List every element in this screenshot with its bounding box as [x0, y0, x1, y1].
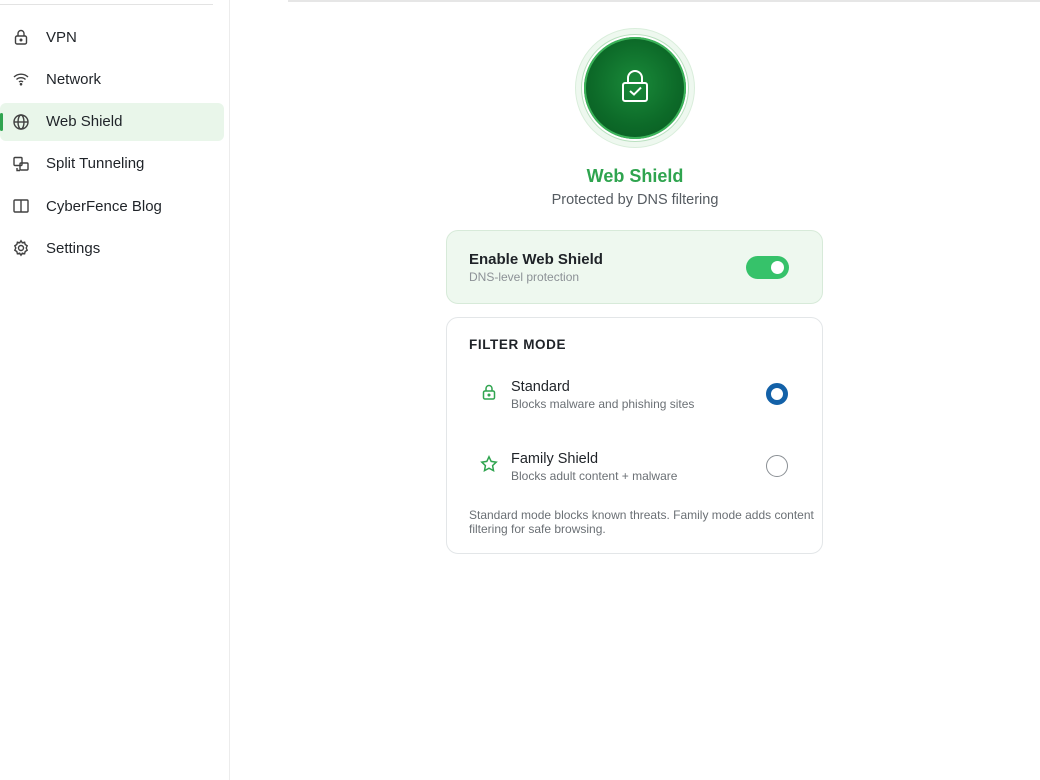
option-title: Family Shield [511, 451, 599, 467]
filter-option-family-shield[interactable]: Family Shield Blocks adult content + mal… [469, 438, 802, 490]
standard-radio[interactable] [766, 383, 788, 405]
sidebar-item-split-tunneling[interactable]: Split Tunneling [0, 145, 224, 183]
sidebar-divider [0, 4, 213, 5]
toggle-knob [771, 261, 784, 274]
sidebar-item-label: Network [46, 70, 102, 88]
badge-core [584, 37, 686, 139]
page-subtitle: Protected by DNS filtering [551, 192, 719, 208]
page-title: Web Shield [586, 166, 684, 186]
enable-title: Enable Web Shield [469, 251, 603, 268]
sidebar: VPN Network Web Shield Split Tunneling C… [0, 0, 230, 780]
sidebar-item-label: VPN [46, 28, 77, 46]
lock-check-icon [615, 66, 655, 111]
sidebar-item-settings[interactable]: Settings [0, 229, 224, 267]
sidebar-item-network[interactable]: Network [0, 60, 224, 98]
sidebar-item-cyberfence-blog[interactable]: CyberFence Blog [0, 187, 224, 225]
split-icon [12, 155, 30, 173]
sidebar-item-vpn[interactable]: VPN [0, 18, 224, 56]
book-icon [12, 197, 30, 215]
gear-icon [12, 239, 30, 257]
filter-option-standard[interactable]: Standard Blocks malware and phishing sit… [469, 366, 802, 418]
filter-mode-heading: FILTER MODE [469, 337, 567, 352]
option-subtitle: Blocks malware and phishing sites [511, 397, 695, 411]
enable-web-shield-toggle[interactable] [746, 256, 789, 279]
filter-mode-card: FILTER MODE Standard Blocks malware and … [446, 317, 823, 554]
lock-icon [12, 28, 30, 46]
sidebar-nav: VPN Network Web Shield Split Tunneling C… [0, 18, 230, 272]
globe-icon [12, 113, 30, 131]
sidebar-item-label: CyberFence Blog [46, 197, 162, 215]
sidebar-item-label: Web Shield [46, 113, 123, 131]
option-subtitle: Blocks adult content + malware [511, 469, 678, 483]
sidebar-item-label: Settings [46, 239, 101, 257]
enable-web-shield-card: Enable Web Shield DNS-level protection [446, 230, 823, 304]
header-divider [288, 0, 1040, 2]
star-icon [480, 455, 498, 473]
sidebar-item-web-shield[interactable]: Web Shield [0, 102, 224, 141]
sidebar-item-label: Split Tunneling [46, 155, 145, 173]
filter-mode-note: Standard mode blocks known threats. Fami… [469, 508, 814, 536]
lock-icon [480, 383, 498, 401]
enable-subtitle: DNS-level protection [469, 270, 580, 284]
option-title: Standard [511, 379, 570, 395]
family-shield-radio[interactable] [766, 455, 788, 477]
wifi-icon [12, 70, 30, 88]
shield-status-badge [575, 28, 695, 148]
